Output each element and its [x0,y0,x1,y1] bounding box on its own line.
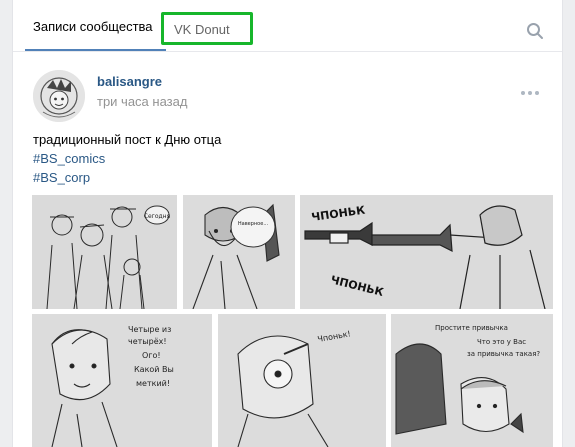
panel2-bubble-text: Наверное... [238,221,269,227]
panel6-bubble-text-2: Что это у Вас [477,338,526,346]
panel4-bubble-text-5: меткий! [136,379,170,388]
comic-panel-3-drawing: ЧПОНЬК ЧПОНЬК [300,195,553,309]
hashtag-bs-comics[interactable]: #BS_comics [33,149,221,168]
comic-panel-5[interactable]: Чпоньк! [218,314,386,447]
post-time[interactable]: три часа назад [97,94,187,109]
comic-panel-2-drawing: Наверное... [183,195,295,309]
comic-panel-3[interactable]: ЧПОНЬК ЧПОНЬК [300,195,553,309]
comic-panel-4-drawing: Четыре из четырёх! Ого! Какой Вы меткий! [32,314,212,447]
avatar[interactable] [33,70,85,122]
tab-vk-donut-label: VK Donut [174,22,230,37]
avatar-illustration [33,70,85,122]
search-icon[interactable] [526,22,544,40]
wall-tabs: Записи сообщества VK Donut [13,0,562,52]
tab-community-posts[interactable]: Записи сообщества [33,19,153,34]
panel4-bubble-text-3: Ого! [142,351,161,360]
post-text: традиционный пост к Дню отца #BS_comics … [33,130,221,187]
panel6-bubble-text: Простите привычка [435,324,508,332]
comic-panel-2[interactable]: Наверное... [183,195,295,309]
wall-card: Записи сообщества VK Donut balisangre тр… [12,0,563,447]
post-body: традиционный пост к Дню отца [33,132,222,147]
comic-panel-1[interactable]: Сегодня [32,195,177,309]
post-author[interactable]: balisangre [97,74,162,89]
panel1-bubble-text: Сегодня [144,213,171,220]
comic-panel-1-drawing: Сегодня [32,195,177,309]
tab-vk-donut[interactable]: VK Donut [161,12,253,45]
active-tab-underline [25,49,166,51]
panel4-bubble-text: Четыре из [128,325,171,334]
more-options-icon[interactable] [520,90,540,96]
hashtag-bs-corp[interactable]: #BS_corp [33,168,221,187]
panel4-bubble-text-2: четырёх! [128,337,167,346]
comic-panel-6-drawing: Простите привычка Что это у Вас за привы… [391,314,553,447]
panel4-bubble-text-4: Какой Вы [134,365,174,374]
comic-panel-4[interactable]: Четыре из четырёх! Ого! Какой Вы меткий! [32,314,212,447]
comic-panel-6[interactable]: Простите привычка Что это у Вас за привы… [391,314,553,447]
comic-panel-5-drawing: Чпоньк! [218,314,386,447]
panel6-bubble-text-3: за привычка такая? [467,350,540,358]
